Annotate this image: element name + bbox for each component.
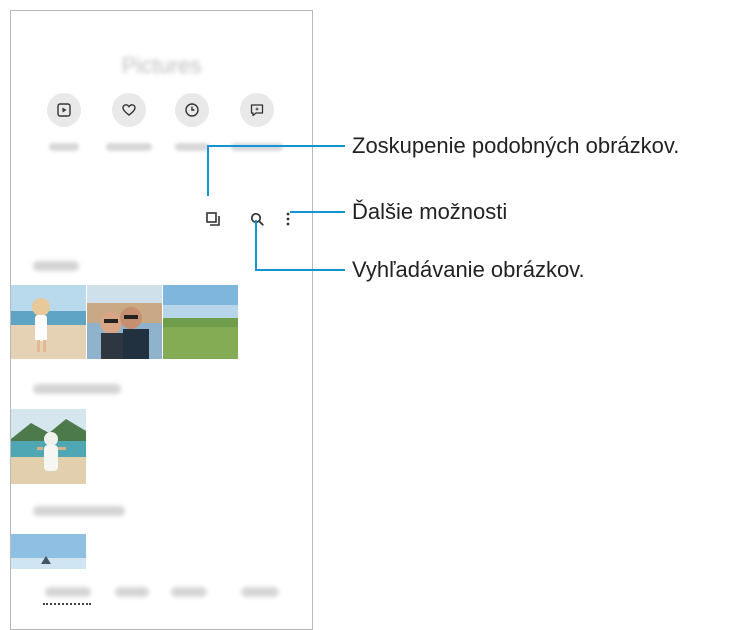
callout-search-text: Vyhľadávanie obrázkov.	[352, 257, 585, 282]
callout-line-grouping-vertical	[207, 146, 209, 196]
callout-line-grouping-horizontal	[207, 145, 345, 147]
section-header-blurred	[33, 261, 79, 271]
active-tab-indicator	[43, 603, 91, 605]
bottom-tab-blurred[interactable]	[171, 587, 207, 597]
photo-thumbnail[interactable]	[11, 285, 86, 359]
callout-line-search-vertical	[255, 220, 257, 270]
category-suggestions-button[interactable]	[240, 93, 274, 127]
section-header-blurred	[33, 384, 121, 394]
sparkle-chat-icon	[250, 104, 264, 117]
category-recent-button[interactable]	[175, 93, 209, 127]
photo-thumbnail[interactable]	[87, 285, 162, 359]
photo-thumbnail[interactable]	[11, 409, 86, 484]
app-title-blurred: Pictures	[121, 53, 202, 78]
bottom-tab-blurred[interactable]	[45, 587, 91, 597]
phone-screen: Pictures	[10, 10, 313, 630]
section-header-blurred	[33, 506, 125, 516]
category-label-blurred	[49, 143, 79, 151]
callout-line-more-options	[290, 211, 345, 213]
more-options-icon	[286, 212, 290, 226]
category-label-blurred	[106, 143, 152, 151]
group-similar-icon	[206, 212, 220, 226]
clock-icon	[185, 103, 199, 117]
search-button[interactable]	[248, 210, 266, 228]
photo-thumbnail[interactable]	[11, 534, 86, 569]
category-favourites-button[interactable]	[112, 93, 146, 127]
callout-grouping-text: Zoskupenie podobných obrázkov.	[352, 133, 680, 158]
bottom-tab-blurred[interactable]	[241, 587, 279, 597]
callout-line-search-horizontal	[255, 269, 345, 271]
group-similar-button[interactable]	[204, 210, 222, 228]
photo-thumbnail[interactable]	[163, 285, 238, 359]
heart-icon	[122, 104, 136, 116]
category-videos-button[interactable]	[47, 93, 81, 127]
category-label-blurred	[175, 143, 209, 151]
bottom-tab-blurred[interactable]	[115, 587, 149, 597]
search-icon	[250, 212, 264, 226]
video-icon	[57, 103, 71, 117]
callout-more-options-text: Ďalšie možnosti	[352, 199, 508, 224]
